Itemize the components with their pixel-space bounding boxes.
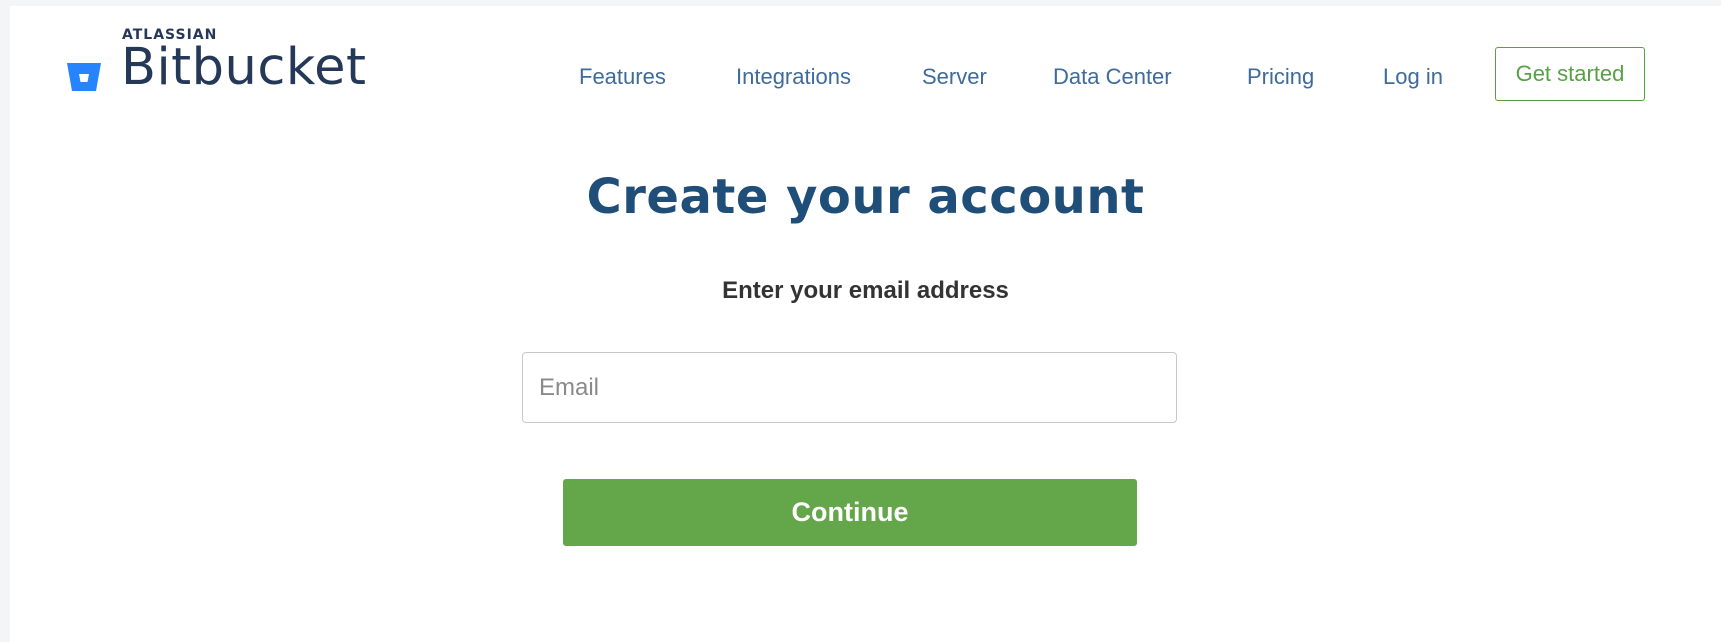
page: ATLASSIAN Bitbucket Features Integration… <box>10 6 1721 642</box>
nav-link-server[interactable]: Server <box>922 64 987 90</box>
bitbucket-wordmark: Bitbucket <box>121 38 367 97</box>
bitbucket-logo[interactable]: ATLASSIAN Bitbucket <box>64 22 424 112</box>
nav-link-pricing[interactable]: Pricing <box>1247 64 1314 90</box>
get-started-button[interactable]: Get started <box>1495 47 1645 101</box>
email-prompt-label: Enter your email address <box>722 277 1009 304</box>
nav-link-login[interactable]: Log in <box>1383 64 1443 90</box>
nav-link-data-center[interactable]: Data Center <box>1053 64 1172 90</box>
nav-link-features[interactable]: Features <box>579 64 666 90</box>
top-navigation: ATLASSIAN Bitbucket Features Integration… <box>10 6 1721 146</box>
page-title: Create your account <box>586 169 1145 225</box>
email-field[interactable] <box>522 352 1177 423</box>
bitbucket-logo-icon <box>67 63 101 91</box>
continue-button[interactable]: Continue <box>563 479 1137 546</box>
nav-link-integrations[interactable]: Integrations <box>736 64 851 90</box>
